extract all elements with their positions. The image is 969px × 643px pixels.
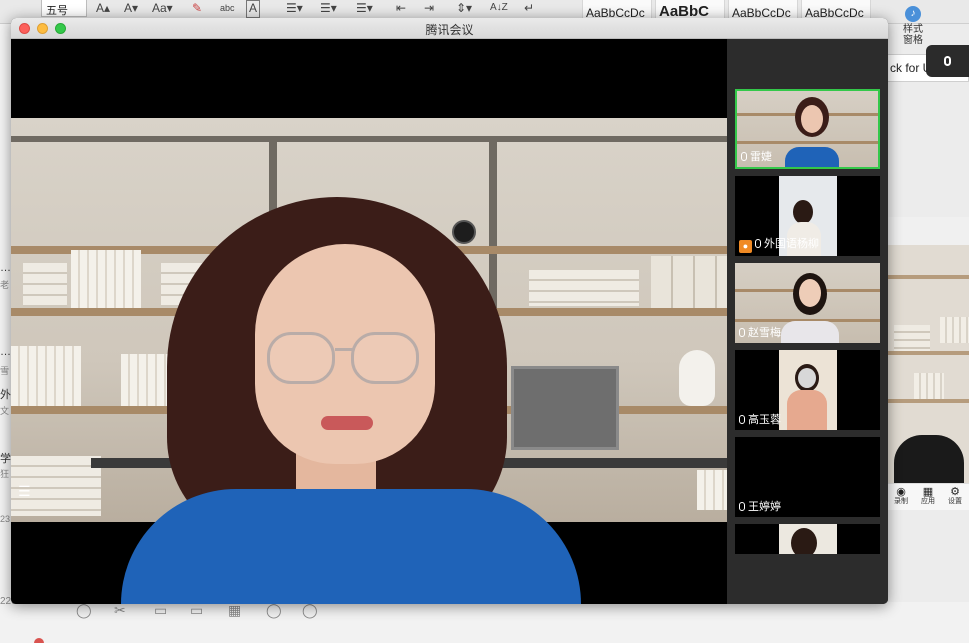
char-border-icon[interactable]: A <box>246 0 261 18</box>
styles-pane-button[interactable]: ♪ 样式 窗格 <box>895 6 931 46</box>
secondary-meeting-window: ◉ 录制 ▦ 应用 ⚙ 设置 <box>887 217 969 510</box>
grow-font-icon[interactable]: A▴ <box>96 0 110 18</box>
margin-fragment: … <box>0 262 11 274</box>
styles-pane-label: 样式 窗格 <box>903 24 923 46</box>
toolbar-icon: ◯ <box>266 602 282 618</box>
record-icon: ◉ <box>896 486 906 498</box>
toolbar-icon: ✂ <box>114 602 126 618</box>
decrease-indent-icon[interactable]: ⇤ <box>396 0 406 18</box>
margin-fragment: 文 <box>0 406 10 416</box>
bullets-icon[interactable]: ☰▾ <box>286 0 303 18</box>
margin-fragment: 老 <box>0 280 10 290</box>
participant-tile-partial[interactable] <box>735 524 880 554</box>
main-speaker-name-tag: 雷婕 <box>17 603 52 604</box>
window-title: 腾讯会议 <box>425 23 474 37</box>
participant-tile-leijie[interactable]: 雷婕 <box>735 89 880 169</box>
microphone-icon <box>755 239 761 248</box>
microphone-icon <box>739 328 745 337</box>
increase-indent-icon[interactable]: ⇥ <box>424 0 434 18</box>
participant-name-tag: ● 外国语杨柳 <box>739 237 819 253</box>
participant-name-tag: 王婷婷 <box>739 500 781 514</box>
change-case-icon[interactable]: Aa▾ <box>152 0 173 18</box>
numbering-icon[interactable]: ☰▾ <box>320 0 337 18</box>
gear-icon: ⚙ <box>950 486 960 498</box>
document-bottom-area: 22083 ◯ ✂ ▭ ▭ ▦ ◯ ◯ <box>0 596 969 643</box>
participant-tile-gaoyurong[interactable]: 高玉蓉 <box>735 350 880 430</box>
microphone-icon <box>944 56 951 66</box>
show-marks-icon[interactable]: ↵ <box>524 0 534 18</box>
participant-tile-zhaoxuemei[interactable]: 赵雪梅 <box>735 263 880 343</box>
sort-icon[interactable]: A↓Z <box>490 0 508 18</box>
secondary-video <box>888 245 969 483</box>
secondary-control-bar: ◉ 录制 ▦ 应用 ⚙ 设置 <box>888 483 969 510</box>
dictation-mic-button[interactable] <box>926 45 969 77</box>
record-button[interactable]: ◉ 录制 <box>890 486 912 506</box>
toolbar-icon: ▭ <box>190 602 204 618</box>
meeting-window: 腾讯会议 ☰ 雷婕 ● 外国语杨柳 赵雪梅 高玉蓉 王婷婷 <box>11 18 888 604</box>
margin-fragment: … <box>0 346 11 358</box>
styles-pane-icon: ♪ <box>905 6 921 22</box>
toolbar-icon: ▦ <box>228 602 242 618</box>
microphone-icon <box>739 415 745 424</box>
shrink-font-icon[interactable]: A▾ <box>124 0 138 18</box>
microphone-icon <box>739 502 745 511</box>
participant-tile-yangliu[interactable]: ● 外国语杨柳 <box>735 176 880 256</box>
margin-fragment: 狂 <box>0 469 10 479</box>
apps-grid-icon: ▦ <box>922 486 934 498</box>
phonetic-guide-icon[interactable]: abc <box>220 0 235 18</box>
participant-tile-wangtingting[interactable]: 王婷婷 <box>735 437 880 517</box>
margin-fragment: 23 <box>0 514 11 524</box>
font-size-select[interactable]: 五号 <box>41 0 87 17</box>
participant-name-tag: 赵雪梅 <box>739 326 781 340</box>
participant-name-tag: 高玉蓉 <box>739 413 781 427</box>
settings-button[interactable]: ⚙ 设置 <box>944 486 966 506</box>
margin-fragment: 外 <box>0 389 11 401</box>
person-avatar-icon: ● <box>739 240 752 253</box>
multilevel-list-icon[interactable]: ☰▾ <box>356 0 373 18</box>
margin-fragment: 学 <box>0 453 11 465</box>
hamburger-menu-icon[interactable]: ☰ <box>18 484 31 498</box>
notification-dot <box>34 638 44 643</box>
apps-button[interactable]: ▦ 应用 <box>917 486 939 506</box>
speaker-figure <box>11 39 727 604</box>
participant-name-tag: 雷婕 <box>741 150 772 164</box>
window-titlebar[interactable]: 腾讯会议 <box>11 18 888 39</box>
margin-fragment: 雪 <box>0 366 10 376</box>
clear-format-icon[interactable]: ✎ <box>192 0 202 18</box>
microphone-icon <box>741 152 747 161</box>
toolbar-icon: ◯ <box>76 602 92 618</box>
participant-thumbnail-list[interactable]: 雷婕 ● 外国语杨柳 赵雪梅 高玉蓉 王婷婷 <box>727 39 888 604</box>
toolbar-icon: ◯ <box>302 602 318 618</box>
toolbar-icon: ▭ <box>154 602 168 618</box>
line-spacing-icon[interactable]: ⇕▾ <box>456 0 472 18</box>
main-speaker-video[interactable]: ☰ 雷婕 <box>11 39 727 604</box>
